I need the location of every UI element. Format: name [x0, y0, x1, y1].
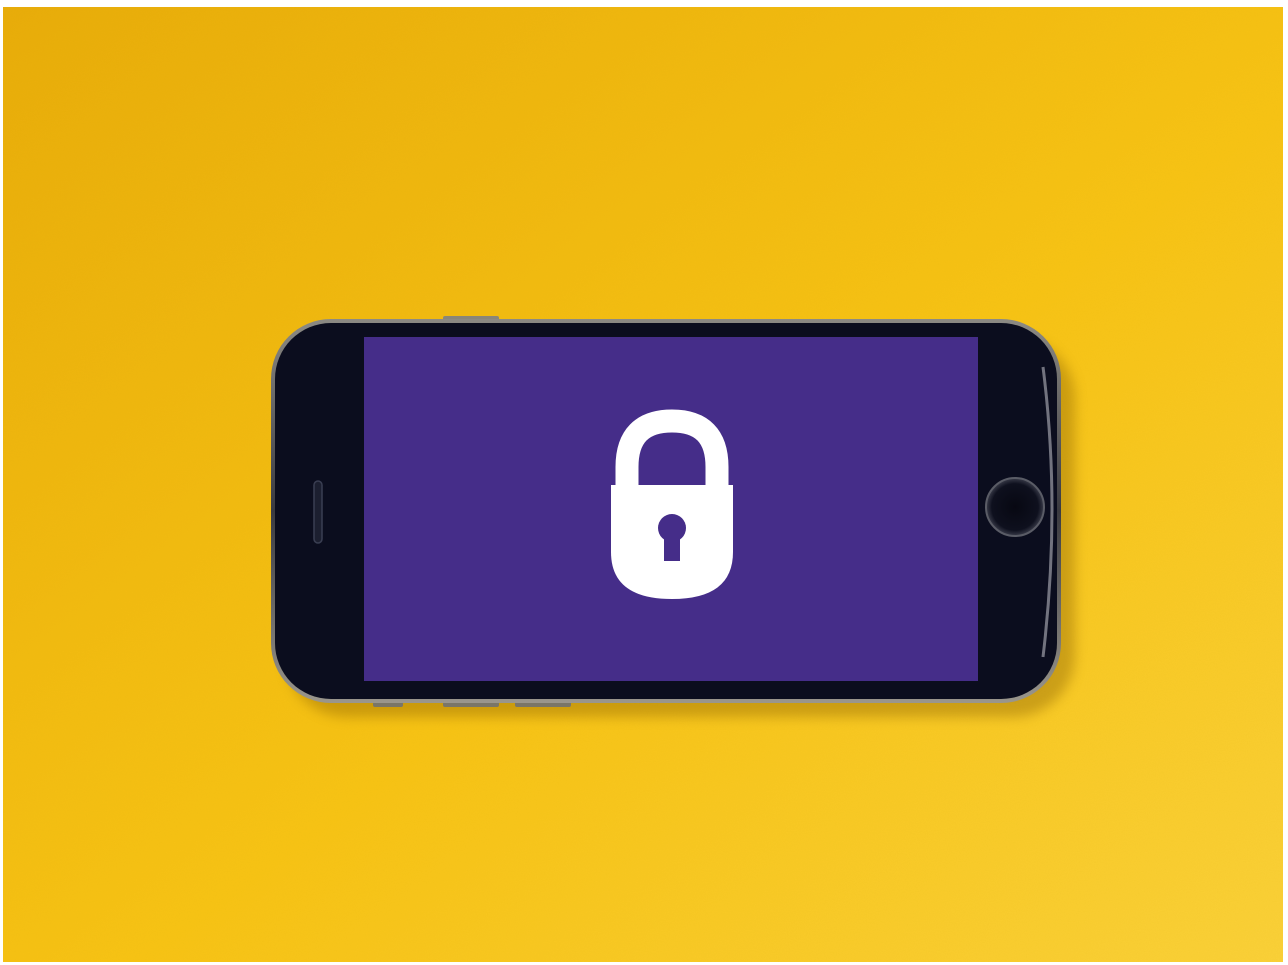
scene-canvas — [3, 7, 1283, 962]
padlock-keyhole-slot — [664, 533, 680, 561]
photo-scene — [3, 7, 1283, 962]
home-button[interactable] — [985, 477, 1045, 537]
earpiece-speaker — [313, 480, 323, 544]
